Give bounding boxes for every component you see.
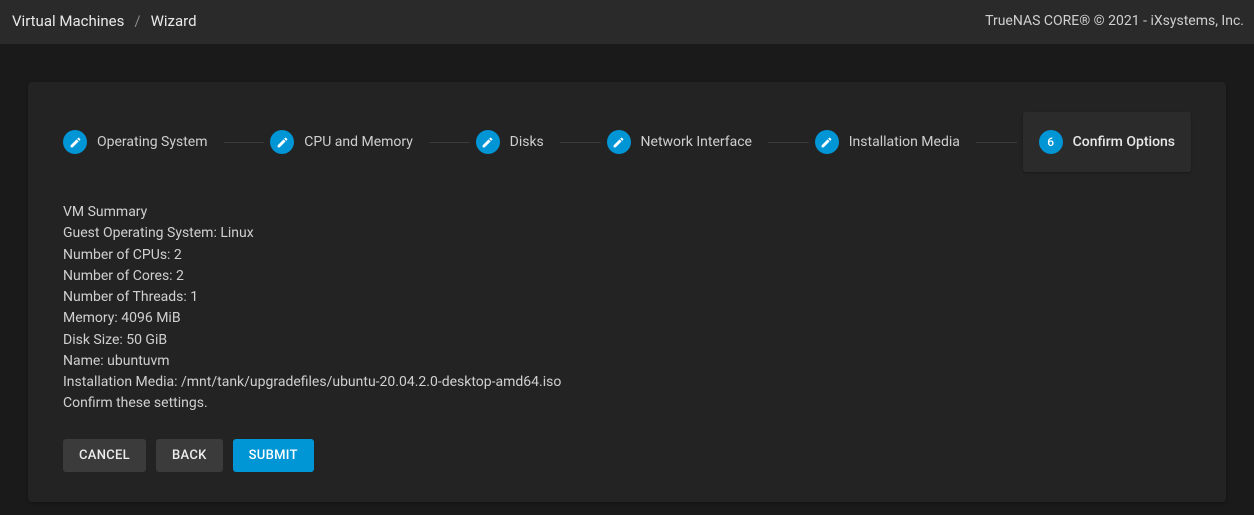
summary-disk-size: Disk Size: 50 GiB: [63, 330, 1191, 351]
step-connector: [429, 142, 470, 143]
step-operating-system[interactable]: Operating System: [63, 118, 224, 166]
wizard-card: Operating System CPU and Memory Disks: [28, 82, 1226, 502]
summary-cores: Number of Cores: 2: [63, 266, 1191, 287]
submit-button[interactable]: SUBMIT: [233, 439, 314, 472]
step-connector: [560, 142, 601, 143]
breadcrumb: Virtual Machines / Wizard: [12, 12, 197, 30]
step-installation-media[interactable]: Installation Media: [815, 118, 976, 166]
step-connector: [224, 142, 265, 143]
step-confirm-options[interactable]: 6 Confirm Options: [1023, 112, 1191, 172]
step-cpu-memory[interactable]: CPU and Memory: [270, 118, 429, 166]
step-label: Installation Media: [849, 134, 960, 150]
step-number-icon: 6: [1039, 130, 1063, 154]
step-network-interface[interactable]: Network Interface: [607, 118, 768, 166]
breadcrumb-separator: /: [134, 12, 140, 30]
step-connector: [976, 142, 1017, 143]
step-label: CPU and Memory: [304, 134, 413, 150]
step-label: Operating System: [97, 134, 208, 150]
pencil-icon: [270, 130, 294, 154]
stepper: Operating System CPU and Memory Disks: [28, 112, 1226, 172]
summary-memory: Memory: 4096 MiB: [63, 308, 1191, 329]
page: Operating System CPU and Memory Disks: [0, 44, 1254, 502]
summary-threads: Number of Threads: 1: [63, 287, 1191, 308]
pencil-icon: [607, 130, 631, 154]
pencil-icon: [63, 130, 87, 154]
vm-summary: VM Summary Guest Operating System: Linux…: [28, 202, 1226, 415]
topbar: Virtual Machines / Wizard TrueNAS CORE® …: [0, 0, 1254, 44]
step-number: 6: [1047, 135, 1054, 149]
back-button[interactable]: BACK: [156, 439, 223, 472]
step-connector: [768, 142, 809, 143]
summary-name: Name: ubuntuvm: [63, 351, 1191, 372]
branding-text: TrueNAS CORE® © 2021 - iXsystems, Inc.: [985, 13, 1244, 29]
summary-install-media: Installation Media: /mnt/tank/upgradefil…: [63, 372, 1191, 393]
summary-guest-os: Guest Operating System: Linux: [63, 223, 1191, 244]
step-label: Disks: [510, 134, 544, 150]
summary-confirm-text: Confirm these settings.: [63, 393, 1191, 414]
summary-title: VM Summary: [63, 202, 1191, 223]
step-label: Network Interface: [641, 134, 752, 150]
pencil-icon: [476, 130, 500, 154]
breadcrumb-current: Wizard: [151, 12, 197, 30]
step-label: Confirm Options: [1073, 134, 1175, 150]
cancel-button[interactable]: CANCEL: [63, 439, 146, 472]
pencil-icon: [815, 130, 839, 154]
step-disks[interactable]: Disks: [476, 118, 560, 166]
wizard-actions: CANCEL BACK SUBMIT: [28, 415, 1226, 472]
breadcrumb-root[interactable]: Virtual Machines: [12, 12, 124, 30]
summary-cpus: Number of CPUs: 2: [63, 245, 1191, 266]
